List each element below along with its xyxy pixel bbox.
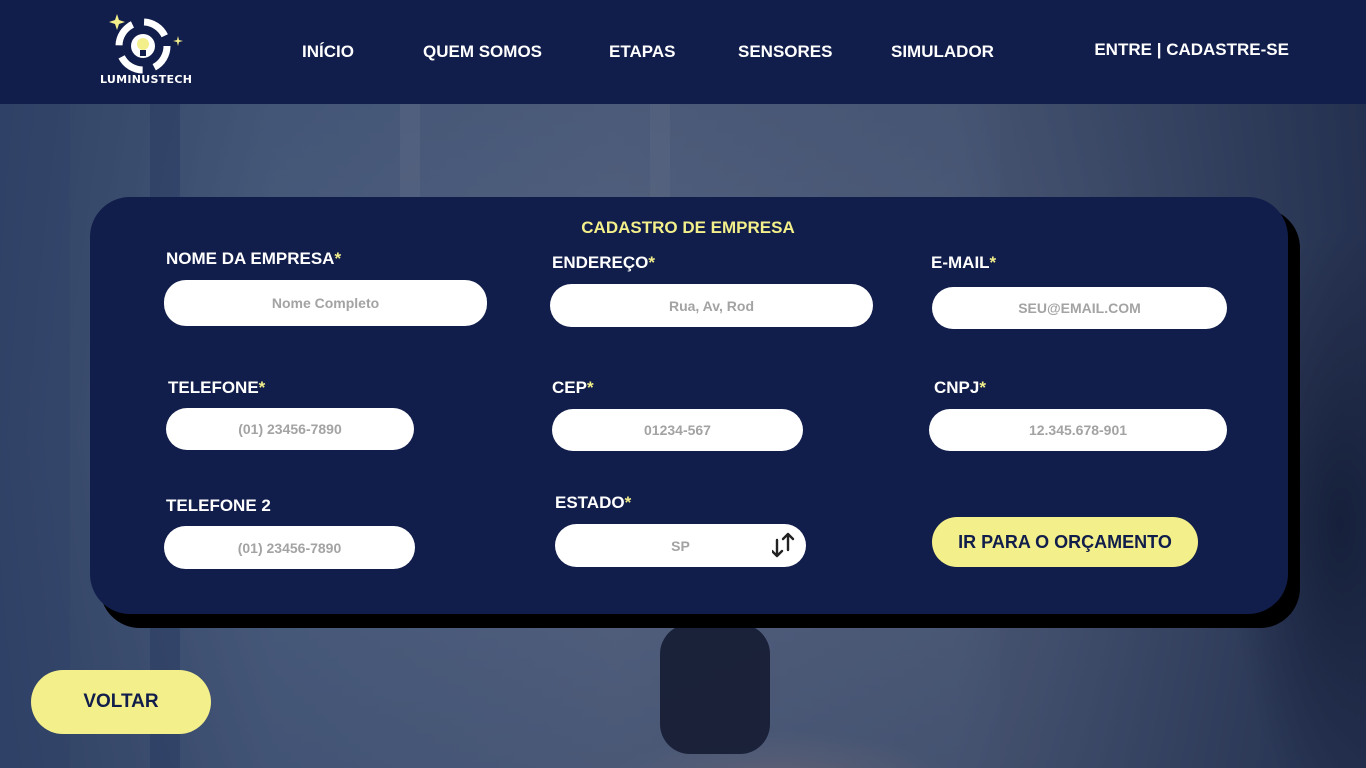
address-label: ENDEREÇO* xyxy=(552,253,655,272)
brand-name: LUMINUSTECH xyxy=(100,73,193,86)
phone2-input[interactable] xyxy=(164,526,415,569)
back-button[interactable]: VOLTAR xyxy=(31,670,211,734)
nav-etapas[interactable]: ETAPAS xyxy=(609,42,675,62)
cnpj-input[interactable] xyxy=(929,409,1227,451)
phone-input[interactable] xyxy=(166,408,414,450)
auth-separator: | xyxy=(1156,40,1162,59)
company-name-input[interactable] xyxy=(164,280,487,326)
auth-links: ENTRE | CADASTRE-SE xyxy=(1094,40,1289,60)
go-to-quote-button[interactable]: IR PARA O ORÇAMENTO xyxy=(932,517,1198,567)
email-label: E-MAIL* xyxy=(931,253,997,272)
state-select[interactable]: SP xyxy=(555,524,806,567)
form-title: CADASTRO DE EMPRESA xyxy=(581,218,795,237)
login-link[interactable]: ENTRE xyxy=(1094,40,1152,59)
nav-inicio[interactable]: INÍCIO xyxy=(302,42,354,62)
phone2-label: TELEFONE 2 xyxy=(166,496,271,515)
phone-label: TELEFONE* xyxy=(168,378,266,397)
top-navbar: LUMINUSTECH INÍCIO QUEM SOMOS ETAPAS SEN… xyxy=(0,0,1366,104)
state-select-value: SP xyxy=(671,537,690,554)
state-label: ESTADO* xyxy=(555,493,632,512)
company-name-label: NOME DA EMPRESA* xyxy=(166,249,342,268)
nav-quem-somos[interactable]: QUEM SOMOS xyxy=(423,42,542,62)
cep-label: CEP* xyxy=(552,378,594,397)
cep-input[interactable] xyxy=(552,409,803,451)
cnpj-label: CNPJ* xyxy=(934,378,986,397)
address-input[interactable] xyxy=(550,284,873,327)
nav-sensores[interactable]: SENSORES xyxy=(738,42,832,62)
nav-simulador[interactable]: SIMULADOR xyxy=(891,42,994,62)
email-input[interactable] xyxy=(932,287,1227,329)
sort-arrows-icon xyxy=(772,532,795,558)
signup-link[interactable]: CADASTRE-SE xyxy=(1166,40,1289,59)
